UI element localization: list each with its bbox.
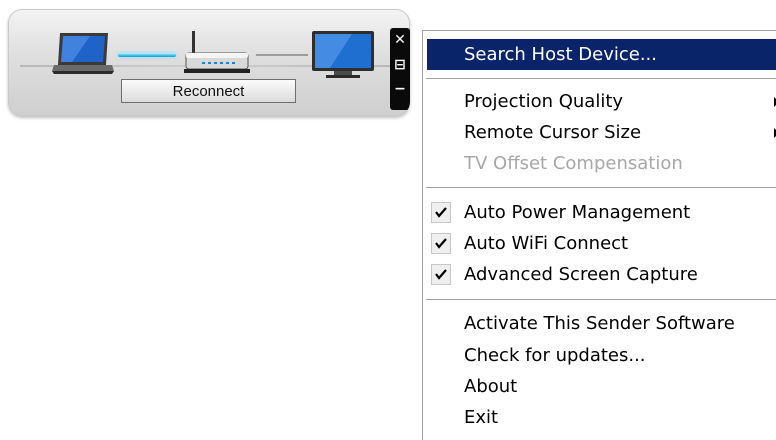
- menu-item-label: Projection Quality: [464, 91, 624, 112]
- connection-widget: Reconnect ✕ ⊟ −: [8, 9, 410, 116]
- menu-item-label: TV Offset Compensation: [464, 153, 683, 174]
- menu-separator: [426, 78, 776, 80]
- menu-item-label: Exit: [464, 407, 499, 428]
- menu-item-label: About: [464, 376, 518, 397]
- menu-item-label: Remote Cursor Size: [464, 122, 642, 143]
- menu-item-label: Activate This Sender Software: [464, 313, 735, 334]
- checkmark-icon: [431, 202, 451, 223]
- menu-separator: [426, 299, 776, 301]
- menu-item-advanced-screen-capture[interactable]: Advanced Screen Capture: [423, 259, 776, 290]
- menu-item-label: Auto Power Management: [464, 202, 691, 223]
- reconnect-button[interactable]: Reconnect: [121, 79, 296, 103]
- active-connection-line: [118, 53, 176, 57]
- menu-item-auto-power-management[interactable]: Auto Power Management: [423, 197, 776, 228]
- menu-item-exit[interactable]: Exit: [423, 402, 776, 433]
- checkmark-icon: [431, 264, 451, 285]
- menu-item-label: Search Host Device...: [464, 44, 657, 65]
- minimize-icon[interactable]: −: [390, 81, 410, 103]
- menu-separator: [426, 187, 776, 189]
- inactive-connection-line: [256, 54, 308, 56]
- menu-item-label: Advanced Screen Capture: [464, 264, 698, 285]
- close-icon[interactable]: ✕: [390, 32, 410, 54]
- menu-item-tv-offset-compensation: TV Offset Compensation: [423, 148, 776, 179]
- context-menu: Search Host Device... Projection Quality…: [422, 30, 776, 440]
- menu-item-check-for-updates[interactable]: Check for updates...: [423, 340, 776, 371]
- menu-item-projection-quality[interactable]: Projection Quality: [423, 86, 776, 117]
- menu-item-search-host-device[interactable]: Search Host Device...: [427, 39, 776, 70]
- menu-item-remote-cursor-size[interactable]: Remote Cursor Size: [423, 117, 776, 148]
- monitor-icon: [310, 29, 376, 79]
- laptop-icon: [50, 31, 116, 77]
- restore-icon[interactable]: ⊟: [390, 57, 410, 79]
- menu-item-activate-sender-software[interactable]: Activate This Sender Software: [423, 308, 776, 339]
- menu-item-auto-wifi-connect[interactable]: Auto WiFi Connect: [423, 228, 776, 259]
- menu-item-label: Check for updates...: [464, 345, 646, 366]
- router-icon: [178, 31, 254, 79]
- window-controls: ✕ ⊟ −: [390, 28, 410, 110]
- menu-item-label: Auto WiFi Connect: [464, 233, 629, 254]
- menu-item-about[interactable]: About: [423, 371, 776, 402]
- checkmark-icon: [431, 233, 451, 254]
